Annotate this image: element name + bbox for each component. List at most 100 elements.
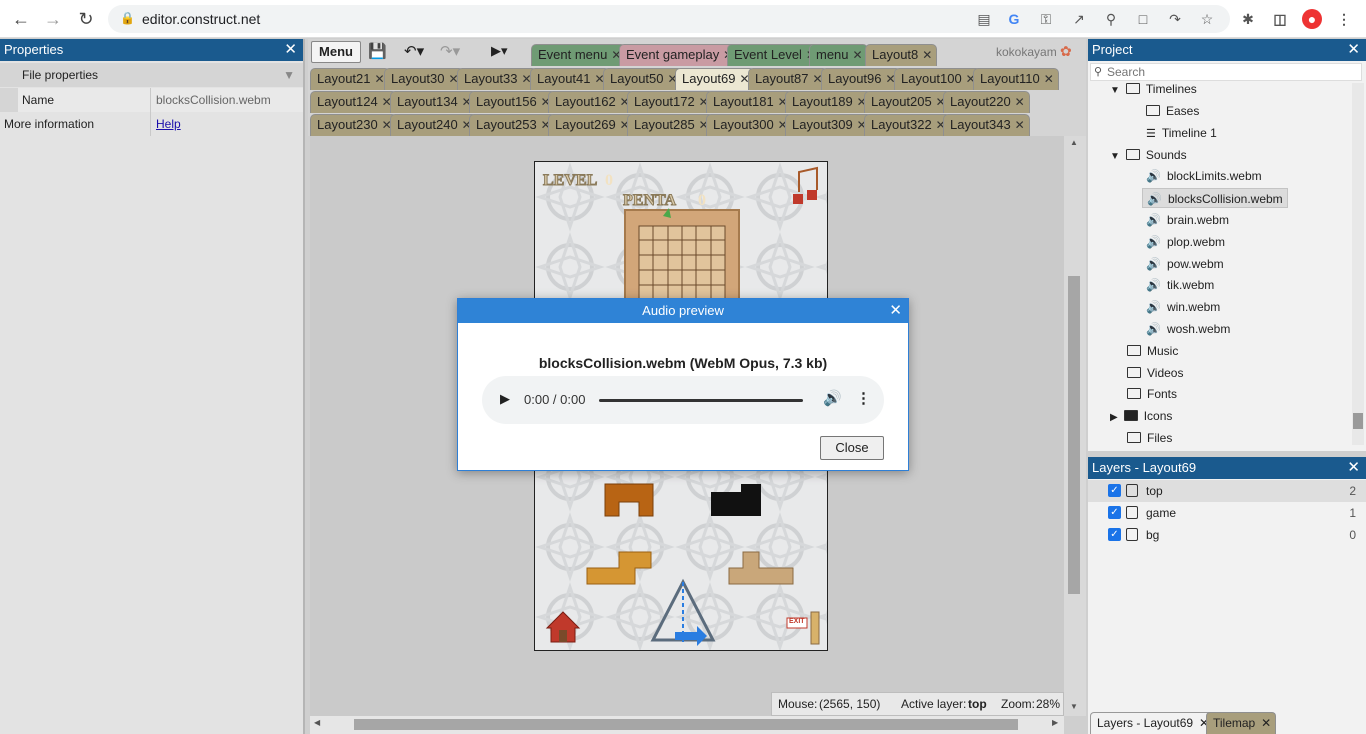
tree-item-sound[interactable]: 🔊 win.webm	[1146, 297, 1220, 317]
tree-item-sound[interactable]: 🔊 brain.webm	[1146, 210, 1229, 230]
expand-triangle-icon[interactable]: ▼	[1110, 85, 1120, 96]
tab-layout[interactable]: Layout322 ✕	[864, 114, 951, 136]
tab-close-icon[interactable]: ✕	[852, 45, 862, 65]
tab-layout[interactable]: Layout162 ✕	[548, 91, 635, 113]
extensions-icon[interactable]: ✱	[1238, 9, 1258, 29]
tab-close-icon[interactable]: ✕	[1261, 713, 1271, 733]
file-properties-section[interactable]: File properties ▼	[0, 63, 303, 87]
tab-close-icon[interactable]: ✕	[374, 69, 384, 89]
tab-layout[interactable]: Layout87 ✕	[748, 68, 828, 90]
profile-avatar[interactable]: ●	[1302, 9, 1322, 29]
layer-row-bg[interactable]: ✓ bg 0	[1088, 524, 1366, 546]
project-scrollbar[interactable]	[1352, 83, 1364, 445]
expand-triangle-icon[interactable]: ▼	[1110, 151, 1120, 162]
tab-layout[interactable]: Layout205 ✕	[864, 91, 951, 113]
tab-layout[interactable]: Layout124 ✕	[310, 91, 397, 113]
horizontal-scrollbar[interactable]: ◀ ▶	[310, 716, 1064, 734]
close-icon[interactable]: ✕	[284, 39, 297, 61]
tree-item-timeline-1[interactable]: ☰ Timeline 1	[1146, 123, 1217, 143]
tree-folder-music[interactable]: Music	[1127, 341, 1178, 361]
tab-layout[interactable]: Layout240 ✕	[390, 114, 477, 136]
redo-icon[interactable]: ↷▾	[440, 42, 460, 60]
tree-folder-files[interactable]: Files	[1127, 428, 1172, 448]
play-icon[interactable]: ▶▾	[491, 43, 508, 59]
tab-layout[interactable]: Layout41 ✕	[530, 68, 610, 90]
close-button[interactable]: Close	[820, 436, 884, 460]
visibility-checkbox[interactable]: ✓	[1108, 506, 1121, 519]
tab-layout8[interactable]: Layout8 ✕	[865, 44, 938, 66]
layer-row-top[interactable]: ✓ top 2	[1088, 480, 1366, 502]
tab-event-gameplay[interactable]: Event gameplay✕	[619, 44, 739, 66]
tab-layout[interactable]: Layout285 ✕	[627, 114, 714, 136]
more-menu-icon[interactable]: ⋮	[1334, 9, 1354, 29]
collapse-triangle-icon[interactable]: ▼	[283, 63, 295, 87]
tab-layout[interactable]: Layout96 ✕	[821, 68, 901, 90]
forward-icon[interactable]: →	[42, 8, 64, 30]
vertical-scrollbar[interactable]: ▲ ▼	[1064, 136, 1086, 716]
tree-folder-eases[interactable]: Eases	[1146, 101, 1199, 121]
tree-item-sound[interactable]: 🔊 pow.webm	[1146, 254, 1224, 274]
lock-icon[interactable]	[1126, 506, 1138, 519]
tab-layout[interactable]: Layout269 ✕	[548, 114, 635, 136]
scroll-thumb[interactable]	[1068, 276, 1080, 594]
name-value[interactable]: blocksCollision.webm	[156, 88, 271, 112]
tree-folder-sounds[interactable]: ▼ Sounds	[1110, 145, 1187, 165]
tab-layout[interactable]: Layout33 ✕	[457, 68, 537, 90]
tab-layout[interactable]: Layout30 ✕	[384, 68, 464, 90]
scroll-right-icon[interactable]: ▶	[1052, 718, 1058, 727]
help-link[interactable]: Help	[156, 112, 181, 136]
tab-menu[interactable]: menu ✕	[809, 44, 868, 66]
scroll-left-icon[interactable]: ◀	[314, 718, 320, 727]
tree-folder-icons[interactable]: ▶ Icons	[1110, 406, 1172, 426]
layer-row-game[interactable]: ✓ game 1	[1088, 502, 1366, 524]
visibility-checkbox[interactable]: ✓	[1108, 528, 1121, 541]
undo-icon[interactable]: ↶▾	[404, 42, 424, 60]
tab-close-icon[interactable]: ✕	[1044, 69, 1054, 89]
collapse-triangle-icon[interactable]: ▶	[1110, 412, 1118, 423]
user-name[interactable]: kokokayam	[996, 45, 1057, 59]
scroll-down-icon[interactable]: ▼	[1070, 702, 1078, 711]
tab-layers[interactable]: Layers - Layout69 ✕	[1090, 712, 1215, 734]
search-input[interactable]	[1107, 64, 1357, 80]
tab-layout[interactable]: Layout189 ✕	[785, 91, 872, 113]
volume-icon[interactable]: 🔊	[823, 389, 842, 407]
visibility-checkbox[interactable]: ✓	[1108, 484, 1121, 497]
tab-layout[interactable]: Layout343 ✕	[943, 114, 1030, 136]
lock-icon[interactable]	[1126, 528, 1138, 541]
tree-folder-timelines[interactable]: ▼ Timelines	[1110, 79, 1197, 99]
scroll-thumb[interactable]	[1353, 413, 1363, 429]
tab-layout[interactable]: Layout253 ✕	[469, 114, 556, 136]
reload-icon[interactable]: ↻	[75, 8, 97, 30]
tab-layout69-active[interactable]: Layout69 ✕	[675, 68, 755, 90]
tab-layout[interactable]: Layout220 ✕	[943, 91, 1030, 113]
tab-close-icon[interactable]: ✕	[1015, 115, 1025, 135]
play-icon[interactable]: ▶	[500, 391, 510, 407]
tab-layout[interactable]: Layout309 ✕	[785, 114, 872, 136]
tab-close-icon[interactable]: ✕	[1015, 92, 1025, 112]
tab-close-icon[interactable]: ✕	[922, 45, 932, 65]
seek-bar[interactable]	[599, 399, 803, 402]
tree-item-sound[interactable]: 🔊 wosh.webm	[1146, 319, 1230, 339]
star-icon[interactable]: ☆	[1197, 9, 1217, 29]
tab-layout[interactable]: Layout100 ✕	[894, 68, 981, 90]
tab-layout[interactable]: Layout181 ✕	[706, 91, 793, 113]
tree-item-sound[interactable]: 🔊 tik.webm	[1146, 275, 1214, 295]
close-icon[interactable]: ✕	[889, 301, 902, 319]
zoom-icon[interactable]: ⚲	[1101, 9, 1121, 29]
tab-layout[interactable]: Layout21 ✕	[310, 68, 390, 90]
close-icon[interactable]: ✕	[1347, 457, 1360, 479]
key-icon[interactable]: ⚿	[1036, 9, 1056, 29]
save-page-icon[interactable]: ▤	[974, 9, 994, 29]
tree-item-sound[interactable]: 🔊 blockLimits.webm	[1146, 166, 1262, 186]
page-icon[interactable]: □	[1133, 9, 1153, 29]
tab-layout[interactable]: Layout110 ✕	[973, 68, 1059, 90]
tab-layout[interactable]: Layout50 ✕	[603, 68, 683, 90]
tab-layout[interactable]: Layout300 ✕	[706, 114, 793, 136]
address-bar[interactable]: 🔒 editor.construct.net ▤ G ⚿ ↗ ⚲ □ ↷ ☆	[108, 5, 1230, 33]
back-icon[interactable]: ←	[10, 8, 32, 30]
tab-layout[interactable]: Layout156 ✕	[469, 91, 556, 113]
close-icon[interactable]: ✕	[1347, 39, 1360, 61]
tab-layout[interactable]: Layout134 ✕	[390, 91, 477, 113]
tab-tilemap[interactable]: Tilemap ✕	[1206, 712, 1277, 734]
lock-icon[interactable]	[1126, 484, 1138, 497]
